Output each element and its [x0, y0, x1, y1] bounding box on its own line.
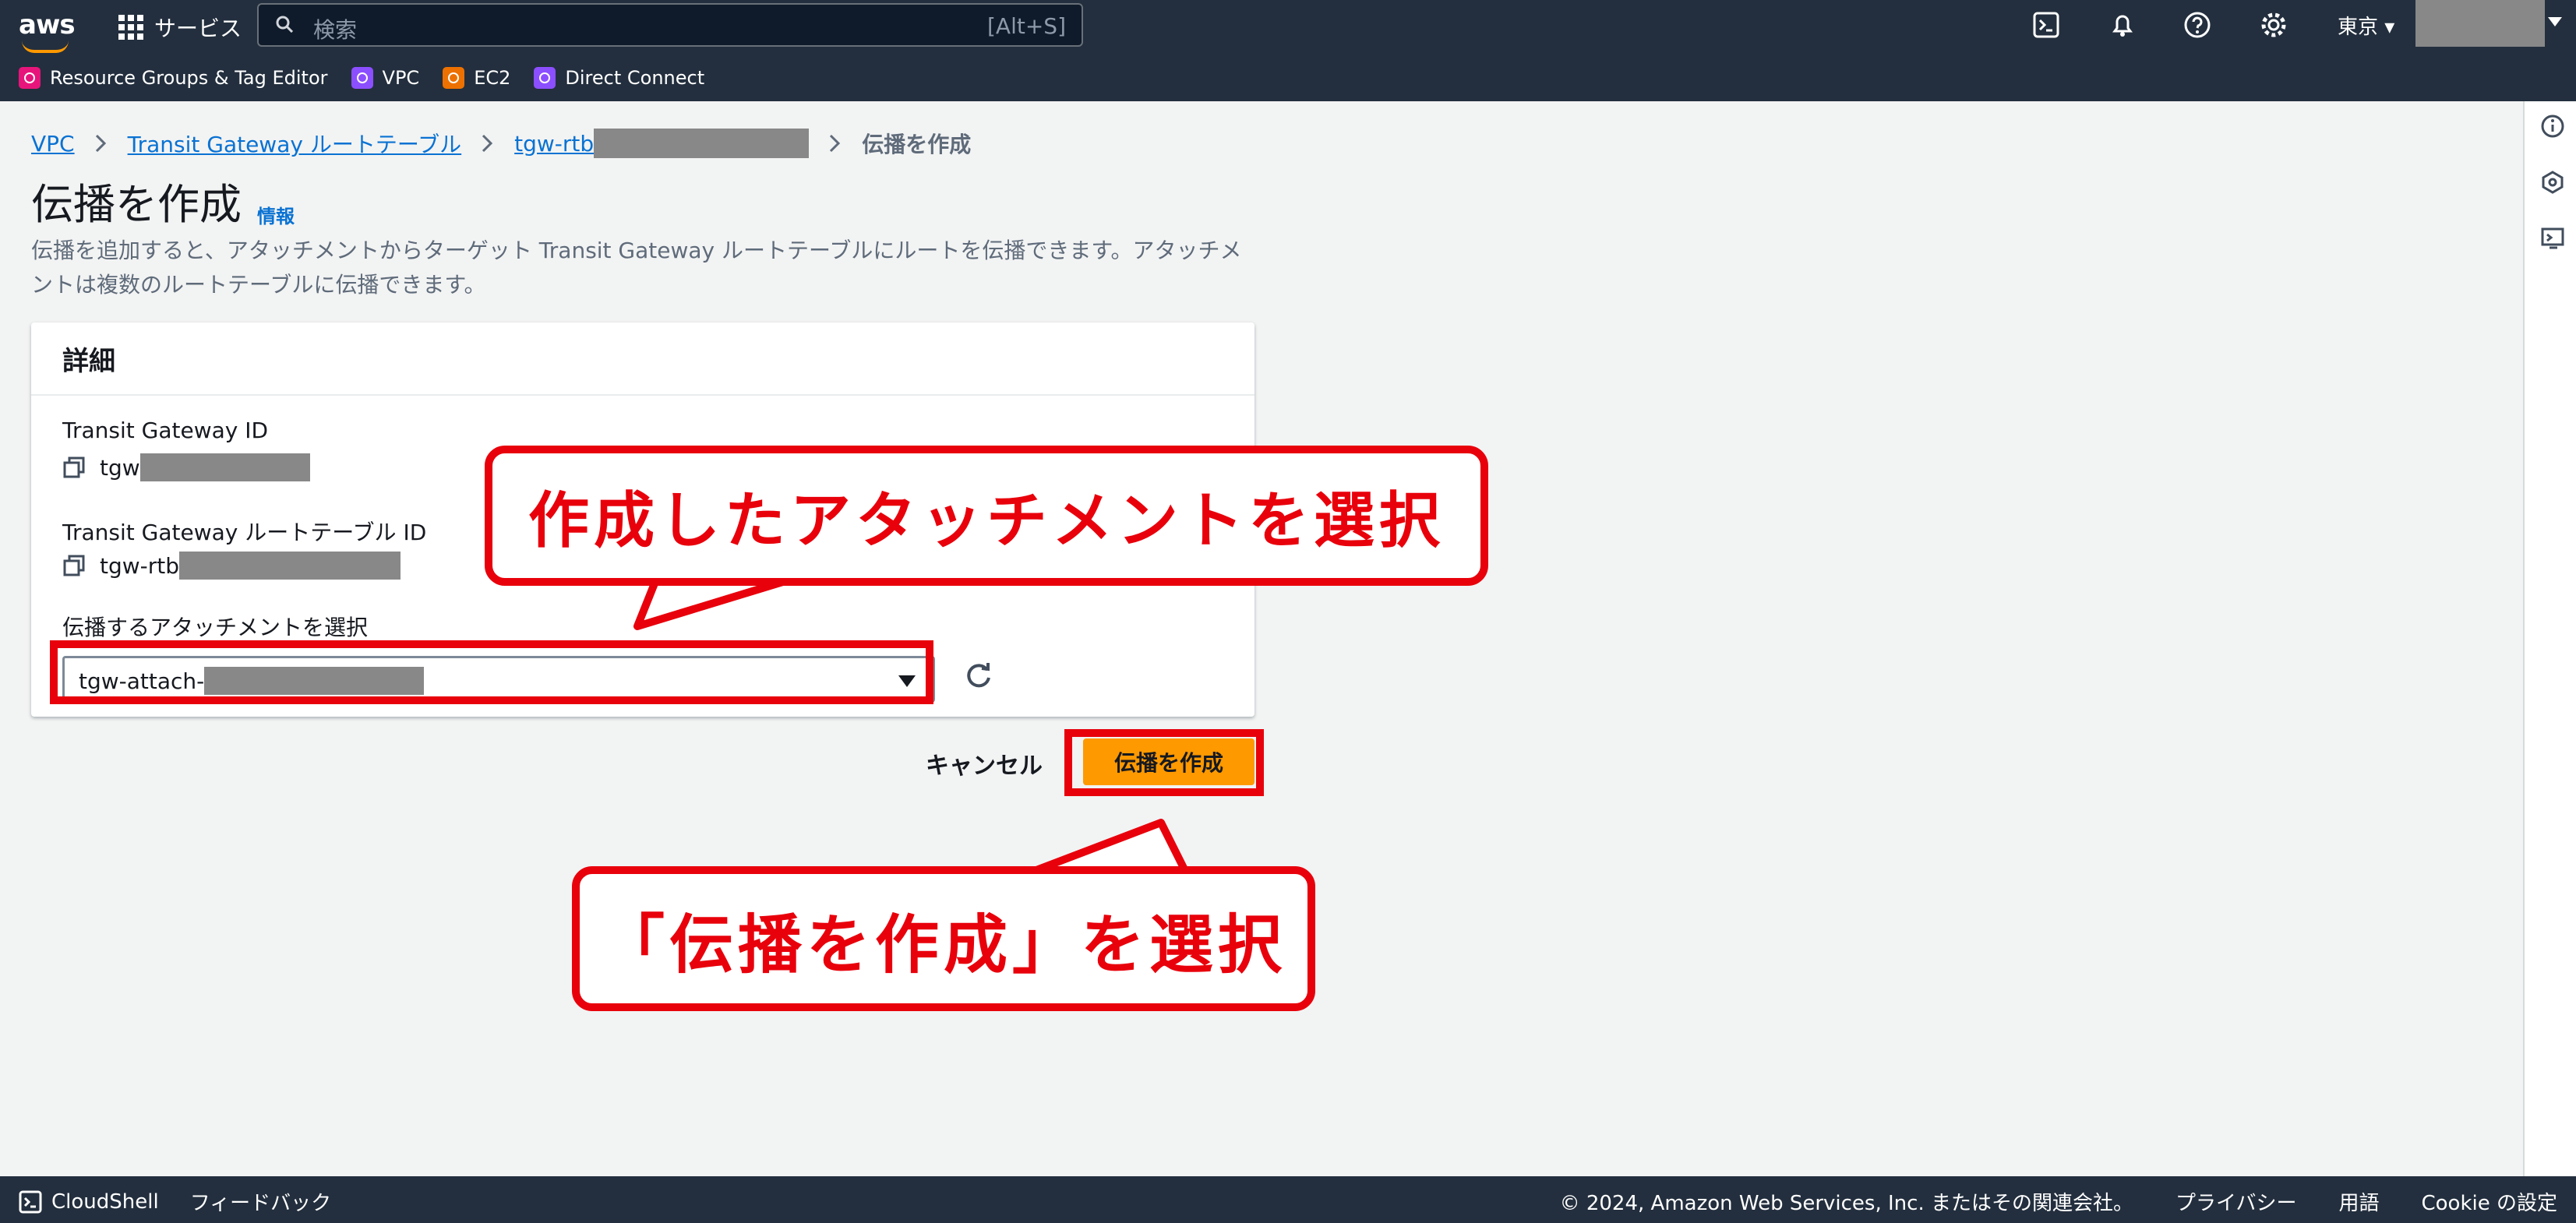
- footer: CloudShell フィードバック © 2024, Amazon Web Se…: [0, 1176, 2576, 1223]
- aws-logo-text: aws: [19, 9, 76, 41]
- tgw-id-text: tgw: [100, 454, 140, 481]
- search-placeholder: 検索: [313, 17, 358, 43]
- redacted-mask: [594, 129, 810, 158]
- cookie-settings-link[interactable]: Cookie の設定: [2421, 1187, 2557, 1216]
- vpc-icon: [351, 67, 373, 89]
- highlight-attachment-select: [50, 640, 933, 704]
- favorite-resource-groups[interactable]: Resource Groups & Tag Editor: [19, 67, 328, 89]
- rtb-id-value: tgw-rtb: [62, 552, 401, 580]
- copy-icon[interactable]: [62, 554, 86, 577]
- breadcrumb-current: 伝播を作成: [862, 132, 972, 157]
- highlight-create-button: [1064, 729, 1264, 796]
- privacy-link[interactable]: プライバシー: [2175, 1187, 2296, 1216]
- page-description: 伝播を追加すると、アタッチメントからターゲット Transit Gateway …: [31, 238, 1242, 298]
- hexagon-icon[interactable]: [2540, 170, 2565, 195]
- callout-select-create: 「伝播を作成」を選択: [572, 866, 1315, 1011]
- cloudshell-icon: [19, 1190, 42, 1213]
- callout-select-attachment-text: 作成したアタッチメントを選択: [528, 486, 1445, 556]
- chevron-right-icon: [830, 134, 841, 153]
- chevron-right-icon: [482, 134, 493, 153]
- tgw-id-label: Transit Gateway ID: [62, 418, 269, 443]
- direct-connect-icon: [534, 67, 556, 89]
- details-header-text: 詳細: [62, 346, 115, 377]
- cloudshell-icon[interactable]: [2032, 11, 2060, 39]
- help-icon[interactable]: [2183, 11, 2211, 39]
- rtb-id-label: Transit Gateway ルートテーブル ID: [62, 520, 427, 545]
- cancel-button[interactable]: キャンセル: [926, 746, 1043, 781]
- chevron-down-icon: [2548, 17, 2562, 26]
- refresh-icon[interactable]: [955, 653, 1002, 700]
- resource-groups-icon: [19, 67, 41, 89]
- aws-logo[interactable]: aws: [19, 9, 76, 53]
- feedback-link[interactable]: フィードバック: [190, 1187, 331, 1216]
- favorite-label: VPC: [382, 67, 420, 89]
- ec2-icon: [443, 67, 465, 89]
- favorite-label: EC2: [474, 67, 511, 89]
- cloudshell-label: CloudShell: [51, 1190, 159, 1214]
- terms-link[interactable]: 用語: [2338, 1187, 2379, 1216]
- search-icon: [276, 16, 293, 33]
- cloudshell-button[interactable]: CloudShell: [19, 1190, 159, 1214]
- favorite-label: Direct Connect: [565, 67, 705, 89]
- callout-select-create-text: 「伝播を作成」を選択: [600, 908, 1286, 982]
- copyright-text: © 2024, Amazon Web Services, Inc. またはその関…: [1559, 1192, 2133, 1215]
- info-icon[interactable]: [2540, 114, 2565, 139]
- search-shortcut: [Alt+S]: [987, 13, 1066, 39]
- favorite-label: Resource Groups & Tag Editor: [50, 67, 328, 89]
- info-link[interactable]: 情報: [257, 201, 295, 228]
- services-menu-button[interactable]: サービス: [118, 9, 242, 45]
- right-tools-rail: [2523, 101, 2576, 1176]
- favorite-ec2[interactable]: EC2: [443, 67, 510, 89]
- aws-smile-icon: [22, 41, 69, 53]
- search-input[interactable]: 検索 [Alt+S]: [257, 3, 1083, 47]
- chevron-right-icon: [95, 134, 106, 153]
- attachment-select-label: 伝播するアタッチメントを選択: [62, 615, 369, 640]
- favorite-direct-connect[interactable]: Direct Connect: [534, 67, 704, 89]
- favorites-bar: Resource Groups & Tag Editor VPC EC2 Dir…: [19, 62, 728, 93]
- redacted-mask: [179, 552, 401, 580]
- services-label: サービス: [154, 16, 242, 41]
- bell-icon[interactable]: [2108, 11, 2137, 39]
- rtb-id-text: tgw-rtb: [100, 552, 180, 579]
- account-menu[interactable]: [2415, 0, 2545, 47]
- breadcrumb-route-tables[interactable]: Transit Gateway ルートテーブル: [128, 128, 462, 159]
- breadcrumb-vpc[interactable]: VPC: [31, 131, 75, 157]
- page-title: 伝播を作成: [31, 180, 242, 229]
- tgw-id-value: tgw: [62, 453, 310, 481]
- favorite-vpc[interactable]: VPC: [351, 67, 420, 89]
- breadcrumb: VPC Transit Gateway ルートテーブル tgw-rtb 伝播を作…: [31, 128, 971, 159]
- gear-icon[interactable]: [2260, 11, 2288, 39]
- callout-select-attachment: 作成したアタッチメントを選択: [485, 446, 1488, 586]
- breadcrumb-route-table-id[interactable]: tgw-rtb: [514, 131, 594, 157]
- top-navigation: aws サービス 検索 [Alt+S] 東京 ▾ Resource Groups…: [0, 0, 2576, 101]
- details-header: 詳細: [31, 322, 1254, 396]
- copy-icon[interactable]: [62, 456, 86, 479]
- grid-icon: [118, 15, 143, 40]
- region-selector[interactable]: 東京 ▾: [2338, 11, 2394, 40]
- redacted-mask: [139, 453, 310, 481]
- terminal-icon[interactable]: [2540, 226, 2565, 251]
